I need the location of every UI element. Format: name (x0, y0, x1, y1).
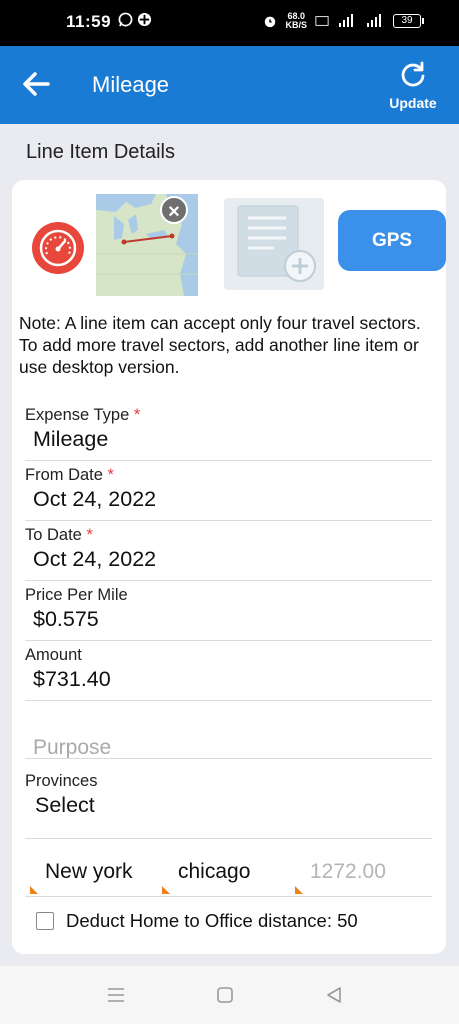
signal-4g-icon (339, 14, 353, 27)
divider (25, 580, 432, 581)
expense-type-label-text: Expense Type (25, 406, 130, 424)
divider (25, 838, 432, 839)
divider (25, 640, 432, 641)
sector-to-marker (162, 886, 170, 894)
speedometer-icon (39, 229, 77, 267)
app-notification-icon (138, 12, 152, 27)
provinces-select[interactable]: Select (35, 793, 432, 818)
required-marker: * (86, 526, 93, 544)
amount-field[interactable]: Amount $731.40 (25, 646, 432, 701)
gps-button[interactable]: GPS (338, 210, 446, 271)
divider (25, 700, 432, 701)
divider (25, 520, 432, 521)
note-text: Note: A line item can accept only four t… (19, 313, 421, 377)
app-bar: Mileage Update (0, 46, 459, 124)
sector-from-marker (30, 886, 38, 894)
deduct-label: Deduct Home to Office distance: 50 (66, 910, 358, 931)
notification-icons (118, 12, 152, 32)
to-date-label-text: To Date (25, 526, 82, 544)
amount-value: $731.40 (33, 667, 111, 691)
divider (25, 896, 432, 897)
provinces-label: Provinces (25, 772, 98, 790)
receipt-add-icon (237, 205, 316, 282)
expense-type-field[interactable]: Expense Type * Mileage (25, 406, 432, 461)
status-time: 11:59 (66, 12, 112, 31)
update-button[interactable]: Update (387, 60, 439, 111)
sector-to-input[interactable]: chicago (178, 860, 250, 884)
line-item-card: × GPS Note: A line item can accept only … (12, 180, 446, 954)
menu-icon[interactable] (106, 986, 126, 1004)
alarm-icon (265, 16, 276, 28)
signal-icon (367, 14, 381, 27)
to-date-field[interactable]: To Date * Oct 24, 2022 (25, 526, 432, 581)
page-title: Mileage (92, 72, 170, 97)
status-bar: 11:59 68.0 KB/S 39 (0, 0, 459, 46)
update-label: Update (389, 95, 437, 111)
sector-from-input[interactable]: New york (45, 860, 133, 884)
to-date-value: Oct 24, 2022 (33, 547, 157, 571)
price-per-mile-value: $0.575 (33, 607, 99, 631)
from-date-field[interactable]: From Date * Oct 24, 2022 (25, 466, 432, 521)
required-marker: * (107, 466, 114, 484)
price-per-mile-field[interactable]: Price Per Mile $0.575 (25, 586, 432, 641)
divider (25, 460, 432, 461)
to-date-label: To Date * (25, 526, 432, 545)
price-per-mile-label: Price Per Mile (25, 586, 128, 604)
purpose-input[interactable]: Purpose (33, 736, 111, 760)
divider (25, 758, 432, 759)
battery-icon: 39 (393, 14, 424, 28)
remove-map-close-icon[interactable]: × (160, 196, 188, 224)
refresh-icon (401, 61, 425, 87)
section-title: Line Item Details (26, 141, 175, 163)
back-nav-icon[interactable] (325, 986, 343, 1004)
required-marker: * (133, 406, 141, 424)
amount-label: Amount (25, 646, 82, 664)
from-date-label: From Date * (25, 466, 432, 485)
sector-distance: 1272.00 (310, 860, 386, 883)
net-speed: 68.0 KB/S (285, 12, 307, 30)
back-arrow-icon[interactable] (20, 68, 52, 100)
expense-type-value: Mileage (33, 427, 109, 451)
mileage-speedometer-icon[interactable] (32, 222, 84, 274)
whatsapp-icon (118, 12, 133, 27)
expense-type-label: Expense Type * (25, 406, 432, 425)
sector-distance-marker (295, 886, 303, 894)
deduct-checkbox[interactable] (36, 912, 54, 930)
from-date-label-text: From Date (25, 466, 103, 484)
home-icon[interactable] (216, 986, 234, 1004)
net-speed-unit: KB/S (285, 20, 307, 30)
from-date-value: Oct 24, 2022 (33, 487, 157, 511)
provinces-field[interactable]: Provinces Select (25, 772, 432, 839)
system-nav-bar (0, 966, 459, 1024)
volte-icon (315, 16, 329, 26)
add-receipt-icon[interactable] (224, 198, 324, 290)
